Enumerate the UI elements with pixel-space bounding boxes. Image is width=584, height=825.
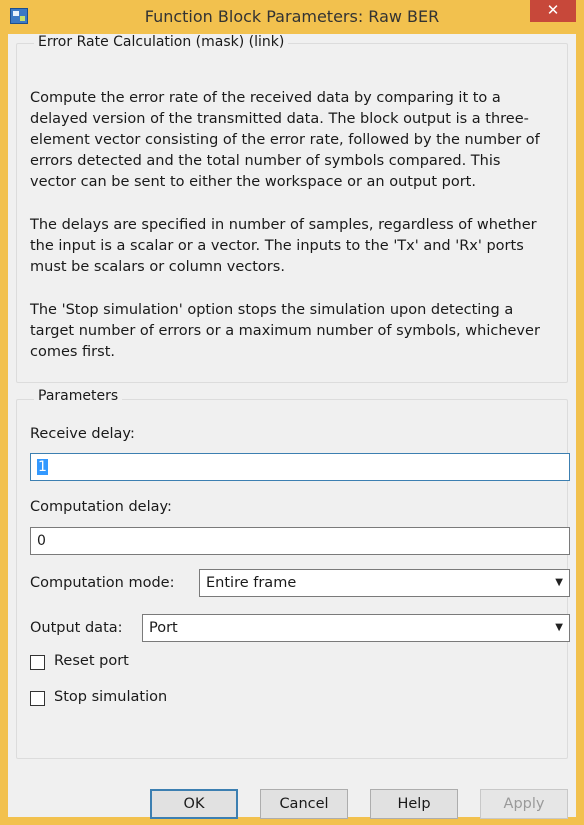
- stop-simulation-label[interactable]: Stop simulation: [54, 689, 167, 705]
- computation-delay-input[interactable]: 0: [30, 527, 570, 555]
- description-paragraph-2: The delays are specified in number of sa…: [30, 217, 537, 275]
- parameters-group-title: Parameters: [34, 388, 123, 404]
- computation-mode-select[interactable]: Entire frame ▼: [199, 569, 570, 597]
- reset-port-checkbox[interactable]: [30, 655, 45, 670]
- description-paragraph-3: The 'Stop simulation' option stops the s…: [30, 302, 540, 360]
- mask-group-title: Error Rate Calculation (mask) (link): [34, 34, 289, 50]
- receive-delay-value: 1: [37, 459, 48, 475]
- cancel-button[interactable]: Cancel: [260, 789, 348, 819]
- reset-port-row[interactable]: Reset port: [30, 653, 190, 673]
- reset-port-label[interactable]: Reset port: [54, 653, 129, 669]
- output-data-select[interactable]: Port ▼: [142, 614, 570, 642]
- output-data-value: Port: [149, 620, 178, 636]
- dialog-window: Function Block Parameters: Raw BER ✕ Err…: [0, 0, 584, 825]
- receive-delay-input[interactable]: 1: [30, 453, 570, 481]
- stop-simulation-checkbox[interactable]: [30, 691, 45, 706]
- help-button[interactable]: Help: [370, 789, 458, 819]
- computation-mode-value: Entire frame: [206, 575, 297, 591]
- receive-delay-label: Receive delay:: [30, 426, 135, 442]
- dialog-client-area: Error Rate Calculation (mask) (link) Com…: [8, 34, 576, 819]
- title-bar[interactable]: Function Block Parameters: Raw BER ✕: [0, 0, 584, 34]
- output-data-label: Output data:: [30, 620, 123, 636]
- computation-mode-label: Computation mode:: [30, 575, 175, 591]
- ok-button[interactable]: OK: [150, 789, 238, 819]
- window-title: Function Block Parameters: Raw BER: [144, 7, 440, 26]
- dropdown-arrow-icon: ▼: [555, 577, 563, 588]
- stop-simulation-row[interactable]: Stop simulation: [30, 689, 230, 709]
- dropdown-arrow-icon: ▼: [555, 622, 563, 633]
- computation-delay-label: Computation delay:: [30, 499, 172, 515]
- close-button[interactable]: ✕: [530, 0, 576, 22]
- description-paragraph-1: Compute the error rate of the received d…: [30, 90, 540, 190]
- apply-button[interactable]: Apply: [480, 789, 568, 819]
